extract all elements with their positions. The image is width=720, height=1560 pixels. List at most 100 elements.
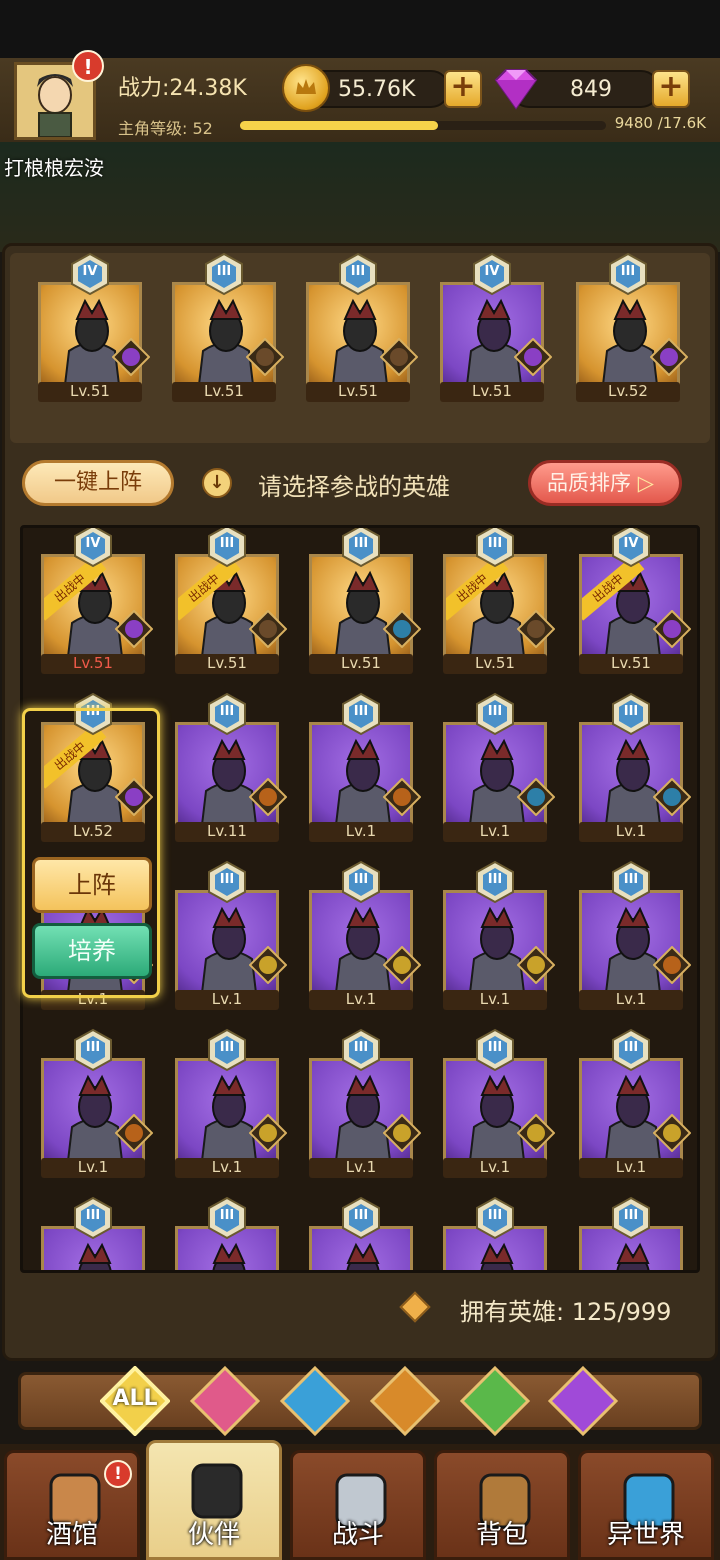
rank-badge-icon: III xyxy=(71,1196,115,1240)
deploy-button[interactable]: 上阵 xyxy=(32,857,152,913)
hero-figure-icon xyxy=(58,1239,132,1270)
roster-hero-slot[interactable]: III Lv.1 xyxy=(309,1028,422,1178)
rank-badge-icon: III xyxy=(473,528,517,568)
rank-badge-icon: III xyxy=(473,1028,517,1072)
hero-level: Lv.1 xyxy=(309,990,413,1010)
roster-hero-slot[interactable]: III xyxy=(443,1196,547,1270)
roster-hero-slot[interactable]: III xyxy=(175,1196,279,1270)
rank-badge-icon: III xyxy=(205,692,249,736)
roster-hero-slot[interactable]: III xyxy=(579,1196,683,1270)
nav-tab-4[interactable]: 异世界 xyxy=(578,1450,714,1560)
rank-badge-icon: III xyxy=(71,1028,115,1072)
hero-level: Lv.51 xyxy=(306,382,410,402)
nav-tab-2[interactable]: 战斗 xyxy=(290,1450,426,1560)
rank-label: III xyxy=(487,1040,503,1055)
roster-hero-slot[interactable]: III Lv.1 xyxy=(175,860,288,1010)
hero-figure-icon xyxy=(596,1239,670,1270)
xp-text: 9480 /17.6K xyxy=(614,114,706,132)
roster-hero-slot[interactable]: III Lv.1 xyxy=(175,1028,288,1178)
roster-hero-slot[interactable]: 出战中 IV Lv.51 xyxy=(41,528,154,674)
hero-level: Lv.1 xyxy=(579,1158,683,1178)
nature-faction-icon xyxy=(459,1365,531,1437)
hero-level: Lv.51 xyxy=(38,382,142,402)
demon-faction-icon xyxy=(547,1365,619,1437)
rank-label: III xyxy=(219,1040,235,1055)
knight-faction-icon xyxy=(248,609,288,649)
hero-level: Lv.1 xyxy=(175,990,279,1010)
team-hero-slot[interactable]: III Lv.51 xyxy=(306,252,419,402)
demon-faction-icon xyxy=(652,609,692,649)
rank-label: III xyxy=(623,1040,639,1055)
hero-level: Lv.51 xyxy=(309,654,413,674)
rank-label: III xyxy=(216,264,232,279)
rank-label: III xyxy=(85,1040,101,1055)
rank-badge-icon: III xyxy=(473,1196,517,1240)
team-hero-slot[interactable]: III Lv.52 xyxy=(576,252,689,402)
rank-label: III xyxy=(353,1208,369,1223)
hero-level: Lv.1 xyxy=(175,1158,279,1178)
hero-level: Lv.11 xyxy=(175,822,279,842)
beast-faction-filter-button[interactable] xyxy=(369,1365,441,1437)
roster-hero-slot[interactable]: III Lv.1 xyxy=(579,860,692,1010)
play-arrow-icon: ▷ xyxy=(637,471,654,495)
elf-faction-icon xyxy=(279,1365,351,1437)
demon-faction-filter-button[interactable] xyxy=(547,1365,619,1437)
roster-hero-slot[interactable]: III Lv.1 xyxy=(443,1028,556,1178)
rank-badge-icon: III xyxy=(473,692,517,736)
all-filter-button[interactable]: ALL xyxy=(99,1365,171,1437)
rank-label: III xyxy=(487,872,503,887)
knight-faction-filter-button[interactable] xyxy=(189,1365,261,1437)
roster-hero-slot[interactable]: III Lv.1 xyxy=(309,860,422,1010)
demon-faction-icon xyxy=(649,337,689,377)
roster-hero-slot[interactable]: III Lv.1 xyxy=(309,692,422,842)
roster-hero-slot[interactable]: III Lv.1 xyxy=(41,1028,154,1178)
hero-level: Lv.1 xyxy=(309,822,413,842)
rank-badge-icon: IV xyxy=(470,252,514,296)
knight-faction-icon xyxy=(189,1365,261,1437)
roster-hero-slot[interactable]: III Lv.51 xyxy=(309,528,422,674)
hero-level: Lv.1 xyxy=(443,1158,547,1178)
rank-badge-icon: III xyxy=(609,1028,653,1072)
roster-hero-slot[interactable]: III Lv.1 xyxy=(579,1028,692,1178)
rank-label: III xyxy=(487,536,503,551)
rank-badge-icon: III xyxy=(609,860,653,904)
team-hero-slot[interactable]: IV Lv.51 xyxy=(38,252,151,402)
rank-label: III xyxy=(487,1208,503,1223)
nav-label: 异世界 xyxy=(606,1520,685,1550)
roster-hero-slot[interactable]: III Lv.1 xyxy=(579,692,692,842)
nature-faction-filter-button[interactable] xyxy=(459,1365,531,1437)
roster-hero-slot[interactable]: 出战中 III Lv.51 xyxy=(443,528,556,674)
roster-hero-slot[interactable]: 出战中 IV Lv.51 xyxy=(579,528,692,674)
train-button[interactable]: 培养 xyxy=(32,923,152,979)
roster-hero-slot[interactable]: III xyxy=(41,1196,145,1270)
roster-hero-slot[interactable]: III Lv.1 xyxy=(443,860,556,1010)
rank-badge-icon: III xyxy=(202,252,246,296)
rank-label: III xyxy=(623,1208,639,1223)
tavern-alert-icon: ! xyxy=(104,1460,132,1488)
roster-hero-slot[interactable]: 出战中 III Lv.51 xyxy=(175,528,288,674)
add-gem-button[interactable]: + xyxy=(652,70,690,108)
quality-sort-button[interactable]: 品质排序 ▷ xyxy=(528,460,682,506)
nature-faction-icon xyxy=(248,1113,288,1153)
roster-hero-slot[interactable]: III Lv.11 xyxy=(175,692,288,842)
rank-badge-icon: IV xyxy=(68,252,112,296)
team-hero-slot[interactable]: IV Lv.51 xyxy=(440,252,553,402)
nav-tab-3[interactable]: 背包 xyxy=(434,1450,570,1560)
xp-progress-bar xyxy=(240,121,606,130)
one-click-deploy-button[interactable]: 一键上阵 xyxy=(22,460,174,506)
gem-icon xyxy=(488,64,544,112)
roster-hero-slot[interactable]: III xyxy=(309,1196,413,1270)
elf-faction-filter-button[interactable] xyxy=(279,1365,351,1437)
hero-level: Lv.1 xyxy=(579,990,683,1010)
rank-badge-icon: III xyxy=(339,528,383,568)
beast-faction-icon xyxy=(114,1113,154,1153)
team-hero-slot[interactable]: III Lv.51 xyxy=(172,252,285,402)
add-gold-button[interactable]: + xyxy=(444,70,482,108)
rank-label: III xyxy=(353,1040,369,1055)
roster-hero-slot[interactable]: III Lv.1 xyxy=(443,692,556,842)
level-value: 52 xyxy=(192,119,213,138)
beast-faction-icon xyxy=(652,945,692,985)
nav-tab-1[interactable]: 伙伴 xyxy=(146,1440,282,1560)
rank-badge-icon: III xyxy=(339,860,383,904)
rank-badge-icon: III xyxy=(609,1196,653,1240)
